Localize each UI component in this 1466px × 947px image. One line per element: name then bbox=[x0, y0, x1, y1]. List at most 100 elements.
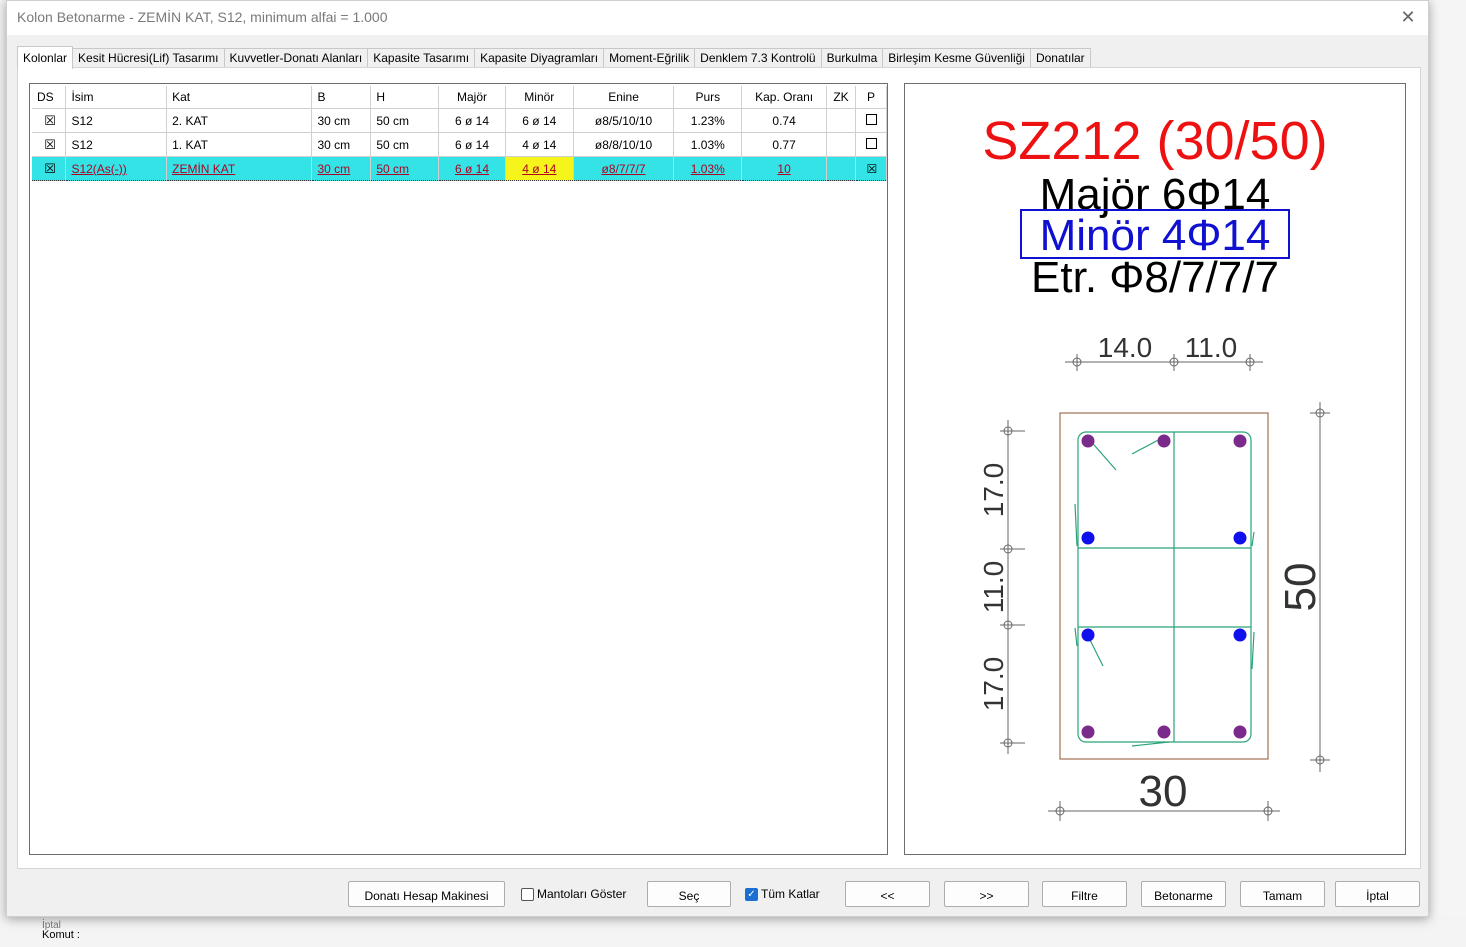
header-ds[interactable]: DS bbox=[32, 86, 67, 109]
corner-bar bbox=[1157, 725, 1171, 739]
header-p[interactable]: P bbox=[855, 86, 887, 109]
tamam-button[interactable]: Tamam bbox=[1240, 881, 1325, 907]
background-command-bar: İptal Komut : bbox=[0, 916, 1466, 947]
table-row-selected[interactable]: ☒ S12(As(-)) ZEMİN KAT 30 cm 50 cm 6 ø 1… bbox=[32, 156, 887, 181]
cell-purs: 1.03% bbox=[673, 156, 743, 181]
tab-kesit-hucresi[interactable]: Kesit Hücresi(Lif) Tasarımı bbox=[72, 48, 225, 68]
mid-bar bbox=[1081, 531, 1095, 545]
stirrup-label: Etr. Φ8/7/7/7 bbox=[1031, 253, 1279, 302]
header-enine[interactable]: Enine bbox=[573, 86, 675, 109]
sec-button[interactable]: Seç bbox=[647, 881, 731, 907]
tab-kapasite-diyagramlari[interactable]: Kapasite Diyagramları bbox=[474, 48, 605, 68]
columns-table: DS İsim Kat B H Majör Minör Enine Purs K… bbox=[32, 86, 887, 181]
checkbox-box[interactable] bbox=[521, 888, 534, 901]
dim-left-c: 17.0 bbox=[978, 657, 1009, 712]
corner-bar bbox=[1157, 434, 1171, 448]
rebars bbox=[1081, 434, 1247, 739]
corner-bar bbox=[1233, 725, 1247, 739]
stirrups bbox=[1074, 431, 1255, 747]
tab-strip: Kolonlar Kesit Hücresi(Lif) Tasarımı Kuv… bbox=[17, 46, 1091, 69]
check-icon[interactable]: ✓ bbox=[745, 888, 758, 901]
dim-width: 30 bbox=[1139, 767, 1188, 816]
cell-h: 50 cm bbox=[370, 108, 440, 133]
cell-h: 50 cm bbox=[370, 132, 440, 157]
tab-denklem-kontrolu[interactable]: Denklem 7.3 Kontrolü bbox=[694, 48, 822, 68]
cell-isim: S12(As(-)) bbox=[65, 156, 168, 181]
cell-minor: 6 ø 14 bbox=[505, 108, 574, 133]
cell-b: 30 cm bbox=[311, 108, 372, 133]
table-header-row: DS İsim Kat B H Majör Minör Enine Purs K… bbox=[32, 86, 887, 109]
cell-major: 6 ø 14 bbox=[438, 156, 506, 181]
header-minor[interactable]: Minör bbox=[505, 86, 574, 109]
cell-enine: ø8/7/7/7 bbox=[573, 156, 675, 181]
dim-left-a: 17.0 bbox=[978, 463, 1009, 518]
betonarme-button[interactable]: Betonarme bbox=[1141, 881, 1226, 907]
filtre-button[interactable]: Filtre bbox=[1042, 881, 1127, 907]
cell-kat: 2. KAT bbox=[166, 108, 313, 133]
p-checkbox[interactable] bbox=[855, 108, 887, 133]
tab-kapasite-tasarimi[interactable]: Kapasite Tasarımı bbox=[367, 48, 476, 68]
cell-zk bbox=[826, 132, 856, 157]
header-purs[interactable]: Purs bbox=[673, 86, 743, 109]
dialog-footer: Donatı Hesap Makinesi Mantoları Göster S… bbox=[7, 881, 1428, 911]
cell-major: 6 ø 14 bbox=[438, 132, 506, 157]
ds-checkbox[interactable]: ☒ bbox=[32, 156, 67, 181]
cell-purs: 1.03% bbox=[673, 132, 743, 157]
cell-major: 6 ø 14 bbox=[438, 108, 506, 133]
header-kat[interactable]: Kat bbox=[166, 86, 313, 109]
tab-kuvvetler-donati[interactable]: Kuvvetler-Donatı Alanları bbox=[223, 48, 369, 68]
cell-h: 50 cm bbox=[370, 156, 440, 181]
tab-birlesim-kesme[interactable]: Birleşim Kesme Güvenliği bbox=[882, 48, 1031, 68]
previous-button[interactable]: << bbox=[845, 881, 930, 907]
cell-kap-orani: 10 bbox=[741, 156, 828, 181]
tab-kolonlar[interactable]: Kolonlar bbox=[17, 46, 74, 69]
donati-hesap-makinesi-button[interactable]: Donatı Hesap Makinesi bbox=[348, 881, 505, 907]
header-zk[interactable]: ZK bbox=[826, 86, 856, 109]
cell-enine: ø8/8/10/10 bbox=[573, 132, 675, 157]
cell-zk bbox=[826, 156, 856, 181]
dim-top-b: 11.0 bbox=[1185, 332, 1237, 363]
cell-isim: S12 bbox=[65, 132, 168, 157]
cell-kat: ZEMİN KAT bbox=[166, 156, 313, 181]
dim-height: 50 bbox=[1276, 563, 1325, 612]
ds-checkbox[interactable]: ☒ bbox=[32, 108, 67, 133]
cell-kap-orani: 0.74 bbox=[741, 108, 828, 133]
cell-kap-orani: 0.77 bbox=[741, 132, 828, 157]
cell-zk bbox=[826, 108, 856, 133]
window-title: Kolon Betonarme - ZEMİN KAT, S12, minimu… bbox=[17, 9, 388, 25]
header-b[interactable]: B bbox=[311, 86, 372, 109]
header-major[interactable]: Majör bbox=[438, 86, 506, 109]
mid-bar bbox=[1233, 628, 1247, 642]
close-icon[interactable]: ✕ bbox=[1397, 6, 1419, 28]
dim-top-a: 14.0 bbox=[1098, 332, 1153, 363]
tab-donatilar[interactable]: Donatılar bbox=[1029, 48, 1091, 68]
p-checkbox[interactable] bbox=[855, 132, 887, 157]
table-row[interactable]: ☒ S12 1. KAT 30 cm 50 cm 6 ø 14 4 ø 14 ø… bbox=[32, 132, 887, 157]
mantolari-goster-checkbox[interactable]: Mantoları Göster bbox=[521, 887, 626, 902]
header-kap-orani[interactable]: Kap. Oranı bbox=[741, 86, 828, 109]
cell-purs: 1.23% bbox=[673, 108, 743, 133]
columns-grid[interactable]: DS İsim Kat B H Majör Minör Enine Purs K… bbox=[29, 83, 888, 855]
iptal-button[interactable]: İptal bbox=[1335, 881, 1420, 907]
cell-b: 30 cm bbox=[311, 132, 372, 157]
table-row[interactable]: ☒ S12 2. KAT 30 cm 50 cm 6 ø 14 6 ø 14 ø… bbox=[32, 108, 887, 133]
section-drawing: SZ212 (30/50) Majör 6Φ14 Minör 4Φ14 Etr.… bbox=[978, 111, 1330, 821]
corner-bar bbox=[1081, 725, 1095, 739]
tab-moment-egrilik[interactable]: Moment-Eğrilik bbox=[603, 48, 696, 68]
section-preview: SZ212 (30/50) Majör 6Φ14 Minör 4Φ14 Etr.… bbox=[904, 83, 1406, 855]
tum-katlar-checkbox[interactable]: ✓ Tüm Katlar bbox=[745, 887, 820, 902]
section-name: SZ212 (30/50) bbox=[982, 111, 1327, 171]
p-checkbox[interactable]: ☒ bbox=[855, 156, 887, 181]
cell-enine: ø8/5/10/10 bbox=[573, 108, 675, 133]
cell-minor: 4 ø 14 bbox=[505, 156, 574, 181]
ds-checkbox[interactable]: ☒ bbox=[32, 132, 67, 157]
dim-left-b: 11.0 bbox=[978, 561, 1009, 613]
header-h[interactable]: H bbox=[370, 86, 440, 109]
cell-kat: 1. KAT bbox=[166, 132, 313, 157]
tab-burkulma[interactable]: Burkulma bbox=[820, 48, 884, 68]
background-app-right bbox=[1428, 0, 1466, 947]
cell-isim: S12 bbox=[65, 108, 168, 133]
column-outline bbox=[1059, 412, 1269, 760]
header-isim[interactable]: İsim bbox=[65, 86, 168, 109]
next-button[interactable]: >> bbox=[944, 881, 1029, 907]
